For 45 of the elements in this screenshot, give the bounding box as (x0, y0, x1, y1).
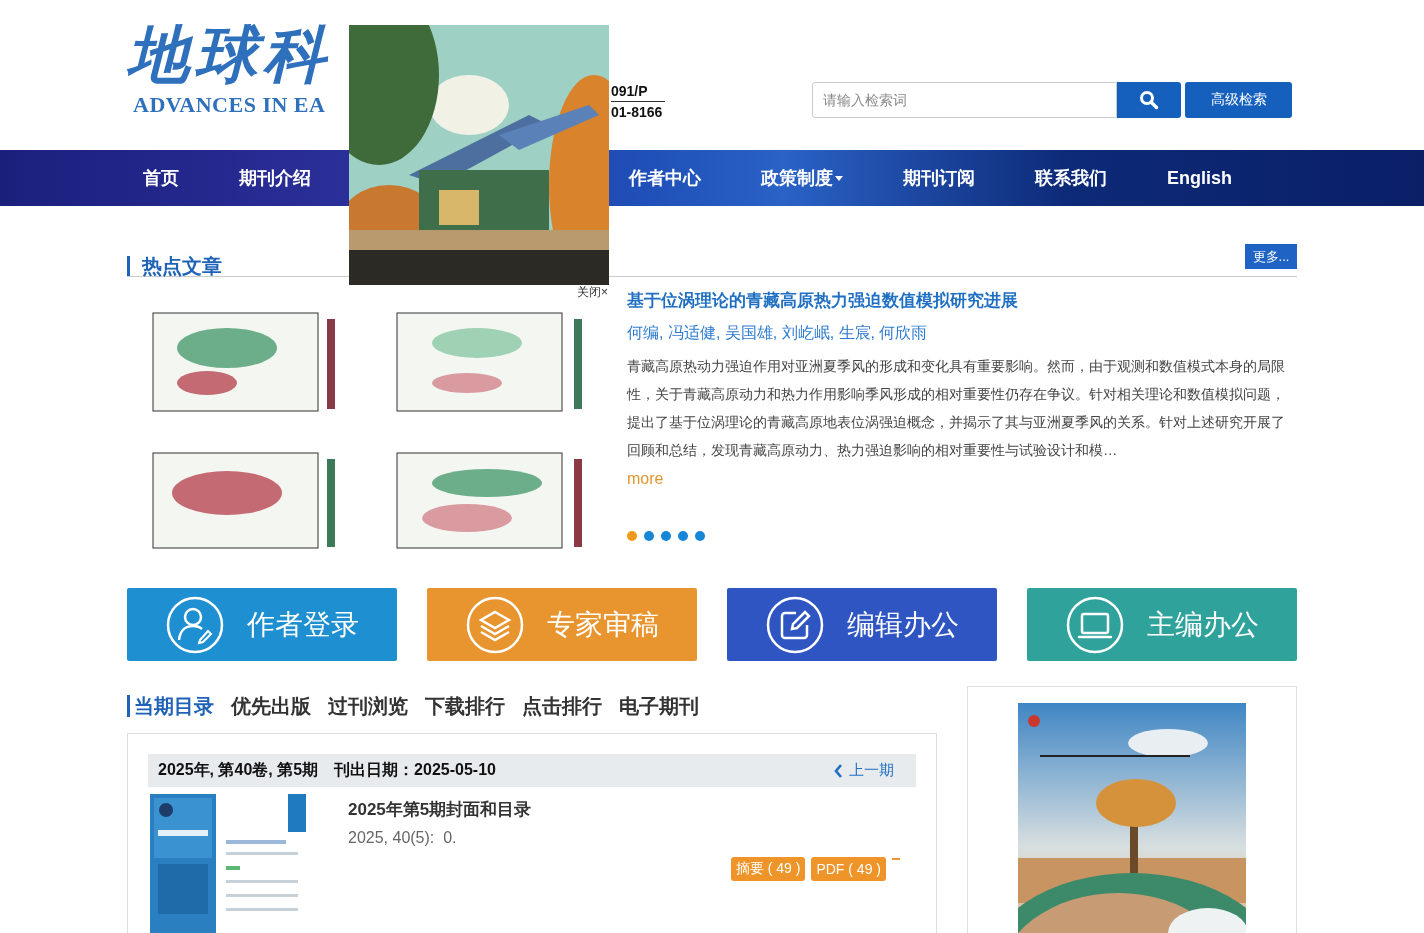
quick-link-button[interactable]: 作者登录 (127, 588, 397, 661)
nav-link[interactable]: 政策制度 (745, 166, 859, 190)
carousel-dot[interactable] (644, 531, 654, 541)
logo-title: 地球科 (127, 18, 332, 92)
article-authors: 何编, 冯适健, 吴国雄, 刘屹岷, 生宸, 何欣雨 (627, 323, 929, 343)
nav-link[interactable]: 作者中心 (613, 166, 717, 190)
issue-date: 刊出日期：2025-05-10 (334, 760, 496, 780)
layers-icon (466, 595, 524, 654)
issue-tab[interactable]: 过刊浏览 (328, 695, 425, 717)
carousel-dot[interactable] (678, 531, 688, 541)
issue-heading: 2025年, 第40卷, 第5期 (158, 760, 319, 780)
user-icon (166, 595, 224, 654)
carousel-dot[interactable] (627, 531, 637, 541)
issue-tab[interactable]: 电子期刊 (619, 695, 716, 717)
nav-link[interactable]: English (1151, 167, 1248, 189)
nav-link[interactable]: 期刊订阅 (887, 166, 991, 190)
article-title-link[interactable]: 基于位涡理论的青藏高原热力强迫数值模拟研究进展 (627, 289, 1297, 311)
article-abstract: 青藏高原热动力强迫作用对亚洲夏季风的形成和变化具有重要影响。然而，由于观测和数值模式本身的局限性，关于青藏高原动力和热力作用影响季风形成的相对重要性仍存在争议。针对相关理论和数值模拟问题，提出了基于位涡理论的青藏高原地表位涡强迫概念，并揭示了其与亚洲夏季风的关系。针对上述研究开展了回顾和总结，发现青藏高原动力、热力强迫影响的相对重要性与试验设计和模… (627, 357, 1286, 460)
nav-link[interactable]: 首页 (127, 166, 195, 190)
issue-tab[interactable]: 下载排行 (425, 695, 522, 717)
article-citation: 2025, 40(5): 0. (348, 829, 458, 847)
issn-text: 01-8166 (611, 103, 664, 122)
issue-tab[interactable]: 当期目录 (127, 695, 231, 717)
dash-mark (892, 858, 900, 860)
search-icon (1139, 90, 1159, 110)
section-title: 热点文章 (127, 256, 222, 276)
search-field[interactable]: 请输入检索词 (812, 82, 1117, 118)
close-button[interactable]: 关闭× (577, 285, 608, 299)
carousel-dot[interactable] (661, 531, 671, 541)
previous-issue-link[interactable]: 上一期 (834, 761, 894, 780)
quick-link-button[interactable]: 编辑办公 (727, 588, 997, 661)
chevron-left-icon (834, 763, 843, 778)
nav-link[interactable]: 期刊介绍 (223, 166, 327, 190)
issn-text: 091/P (611, 81, 665, 102)
issue-tab[interactable]: 点击排行 (522, 695, 619, 717)
advanced-search-button[interactable]: 高级检索 (1185, 82, 1292, 118)
more-button[interactable]: 更多... (1245, 244, 1297, 269)
carousel-dot[interactable] (695, 531, 705, 541)
logo-subtitle: ADVANCES IN EA (132, 92, 327, 118)
monitor-icon (1066, 595, 1124, 654)
edit-icon (766, 595, 824, 654)
article-title-link[interactable]: 2025年第5期封面和目录 (348, 798, 908, 821)
issue-tab[interactable]: 优先出版 (231, 695, 328, 717)
nav-link[interactable]: 联系我们 (1019, 166, 1123, 190)
search-button[interactable] (1117, 82, 1181, 118)
